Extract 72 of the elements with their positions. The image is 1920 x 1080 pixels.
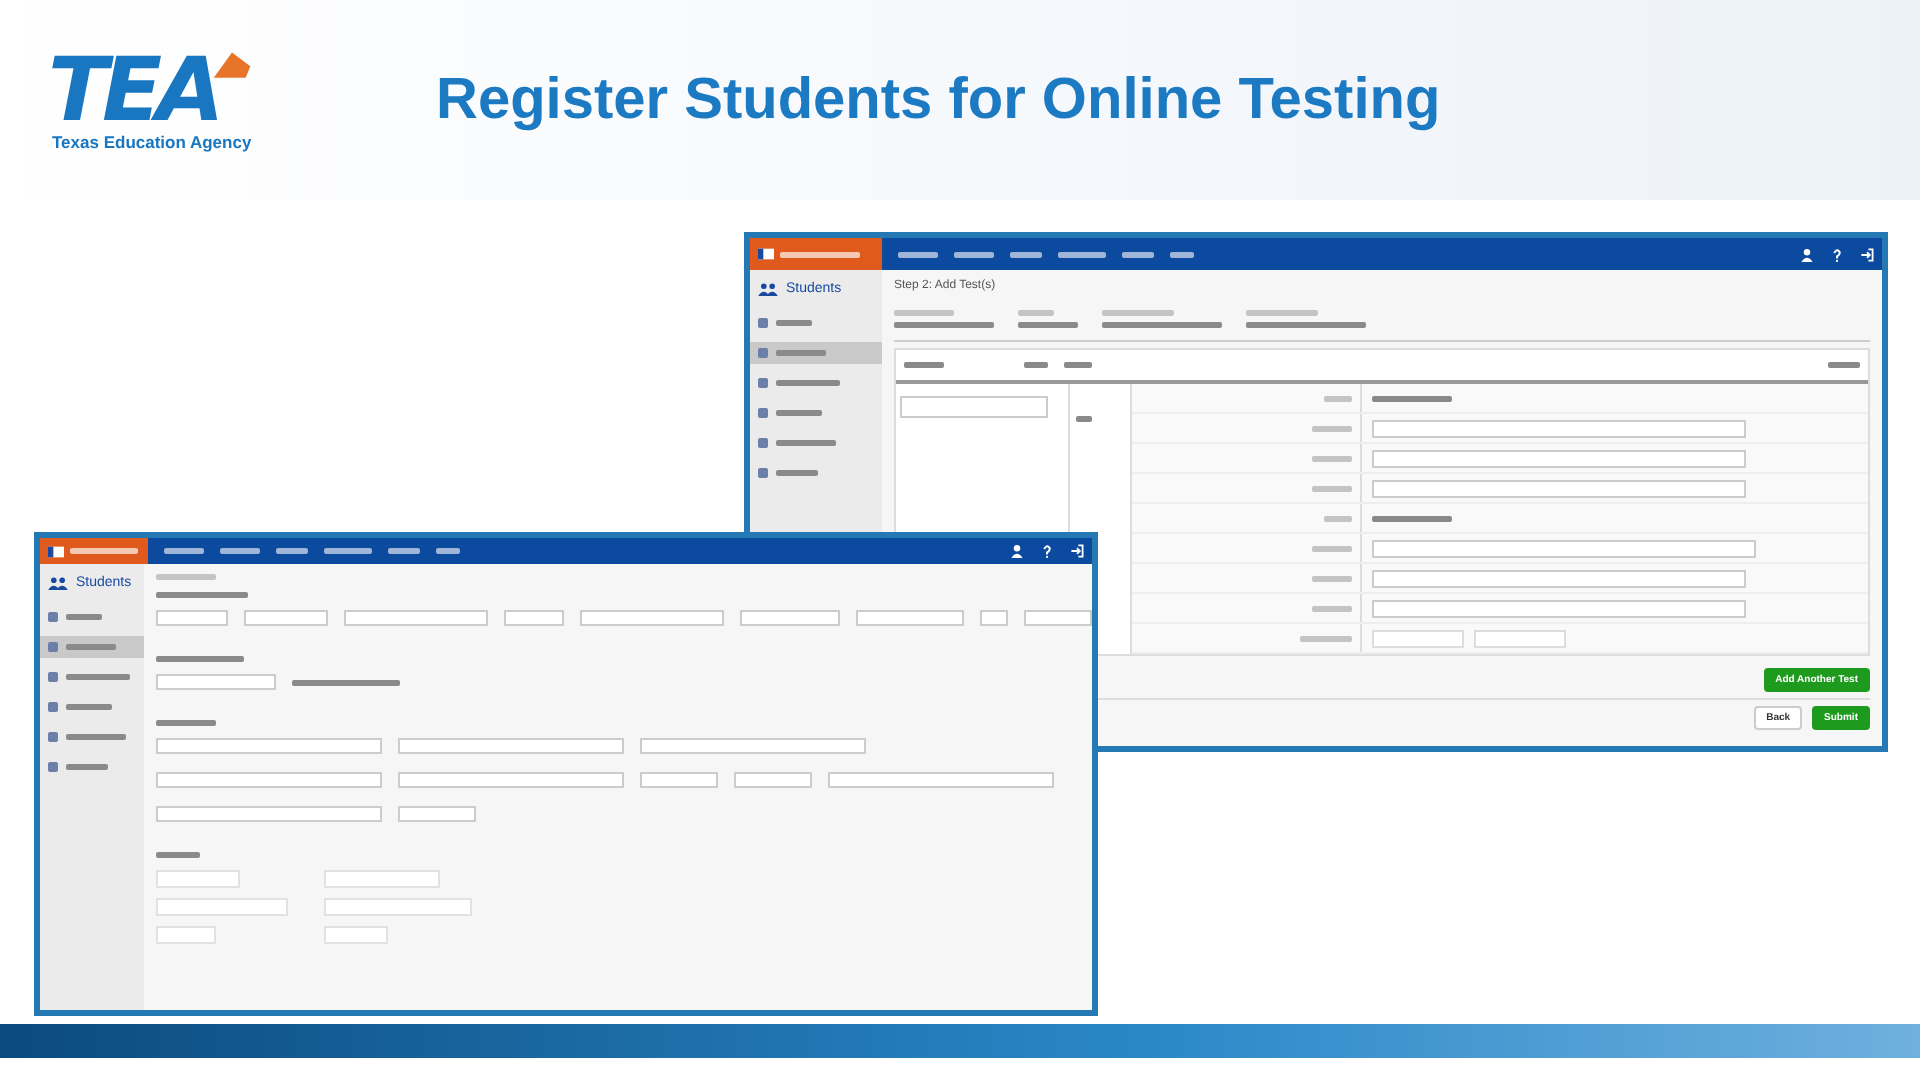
people-icon [758, 282, 778, 296]
checkbox[interactable] [1372, 629, 1464, 647]
nav-item[interactable] [898, 251, 938, 257]
exit-icon[interactable] [1860, 247, 1874, 261]
text-placeholder [292, 679, 400, 685]
text-placeholder [156, 656, 244, 662]
dropdown-field[interactable] [156, 674, 276, 690]
text-placeholder [156, 592, 248, 598]
exit-icon[interactable] [1070, 544, 1084, 558]
help-icon[interactable] [1040, 544, 1054, 558]
text-placeholder [1018, 310, 1054, 316]
nav-item[interactable] [436, 548, 460, 554]
dropdown-field[interactable] [156, 738, 382, 754]
checkbox[interactable] [324, 898, 472, 916]
dropdown-field[interactable] [640, 772, 718, 788]
text-placeholder [1246, 310, 1318, 316]
text-placeholder [1102, 310, 1174, 316]
checkbox[interactable] [156, 926, 216, 944]
text-placeholder [156, 852, 200, 858]
dropdown-field[interactable] [734, 772, 812, 788]
dropdown-field[interactable] [398, 772, 624, 788]
help-icon[interactable] [1830, 247, 1844, 261]
text-placeholder [894, 310, 954, 316]
input-field[interactable] [244, 610, 328, 626]
dropdown-field[interactable] [398, 806, 476, 822]
text-placeholder [156, 574, 216, 580]
dropdown-field[interactable] [156, 772, 382, 788]
people-icon [48, 576, 68, 590]
checkbox[interactable] [156, 870, 240, 888]
user-icon[interactable] [1800, 247, 1814, 261]
user-icon[interactable] [1010, 544, 1024, 558]
dropdown-field[interactable] [398, 738, 624, 754]
input-field[interactable] [504, 610, 564, 626]
dropdown-field[interactable] [1372, 479, 1746, 497]
input-field[interactable] [344, 610, 488, 626]
text-placeholder [780, 251, 860, 257]
dropdown-field[interactable] [156, 806, 382, 822]
text-placeholder [1018, 322, 1078, 328]
text-placeholder [1246, 322, 1366, 328]
dropdown-field[interactable] [640, 738, 866, 754]
input-field[interactable] [980, 610, 1008, 626]
input-field[interactable] [856, 610, 964, 626]
logo-tagline: Texas Education Agency [52, 132, 252, 152]
nav-item[interactable] [1122, 251, 1154, 257]
nav-item[interactable] [1058, 251, 1106, 257]
sidebar-item[interactable] [750, 342, 882, 364]
dropdown-field[interactable] [1372, 419, 1746, 437]
input-field[interactable] [580, 610, 724, 626]
text-placeholder [70, 548, 138, 554]
input-field[interactable] [156, 610, 228, 626]
input-field[interactable] [1024, 610, 1092, 626]
input-field[interactable] [1372, 539, 1756, 557]
checkbox[interactable] [324, 926, 388, 944]
input-field[interactable] [740, 610, 840, 626]
flag-icon [758, 248, 774, 260]
text-placeholder [894, 322, 994, 328]
text-placeholder [156, 720, 216, 726]
nav-item[interactable] [954, 251, 994, 257]
dropdown-field[interactable] [1372, 569, 1746, 587]
nav-item[interactable] [1010, 251, 1042, 257]
nav-item[interactable] [1170, 251, 1194, 257]
dropdown-field[interactable] [828, 772, 1054, 788]
checkbox[interactable] [324, 870, 440, 888]
dropdown-field[interactable] [1372, 449, 1746, 467]
sidebar-item[interactable] [40, 636, 144, 658]
subject-select[interactable] [900, 396, 1048, 418]
checkbox[interactable] [156, 898, 288, 916]
checkbox[interactable] [1474, 629, 1566, 647]
slide-title: Register Students for Online Testing [436, 67, 1441, 133]
flag-icon [48, 545, 64, 557]
dropdown-field[interactable] [1372, 599, 1746, 617]
text-placeholder [1102, 322, 1222, 328]
